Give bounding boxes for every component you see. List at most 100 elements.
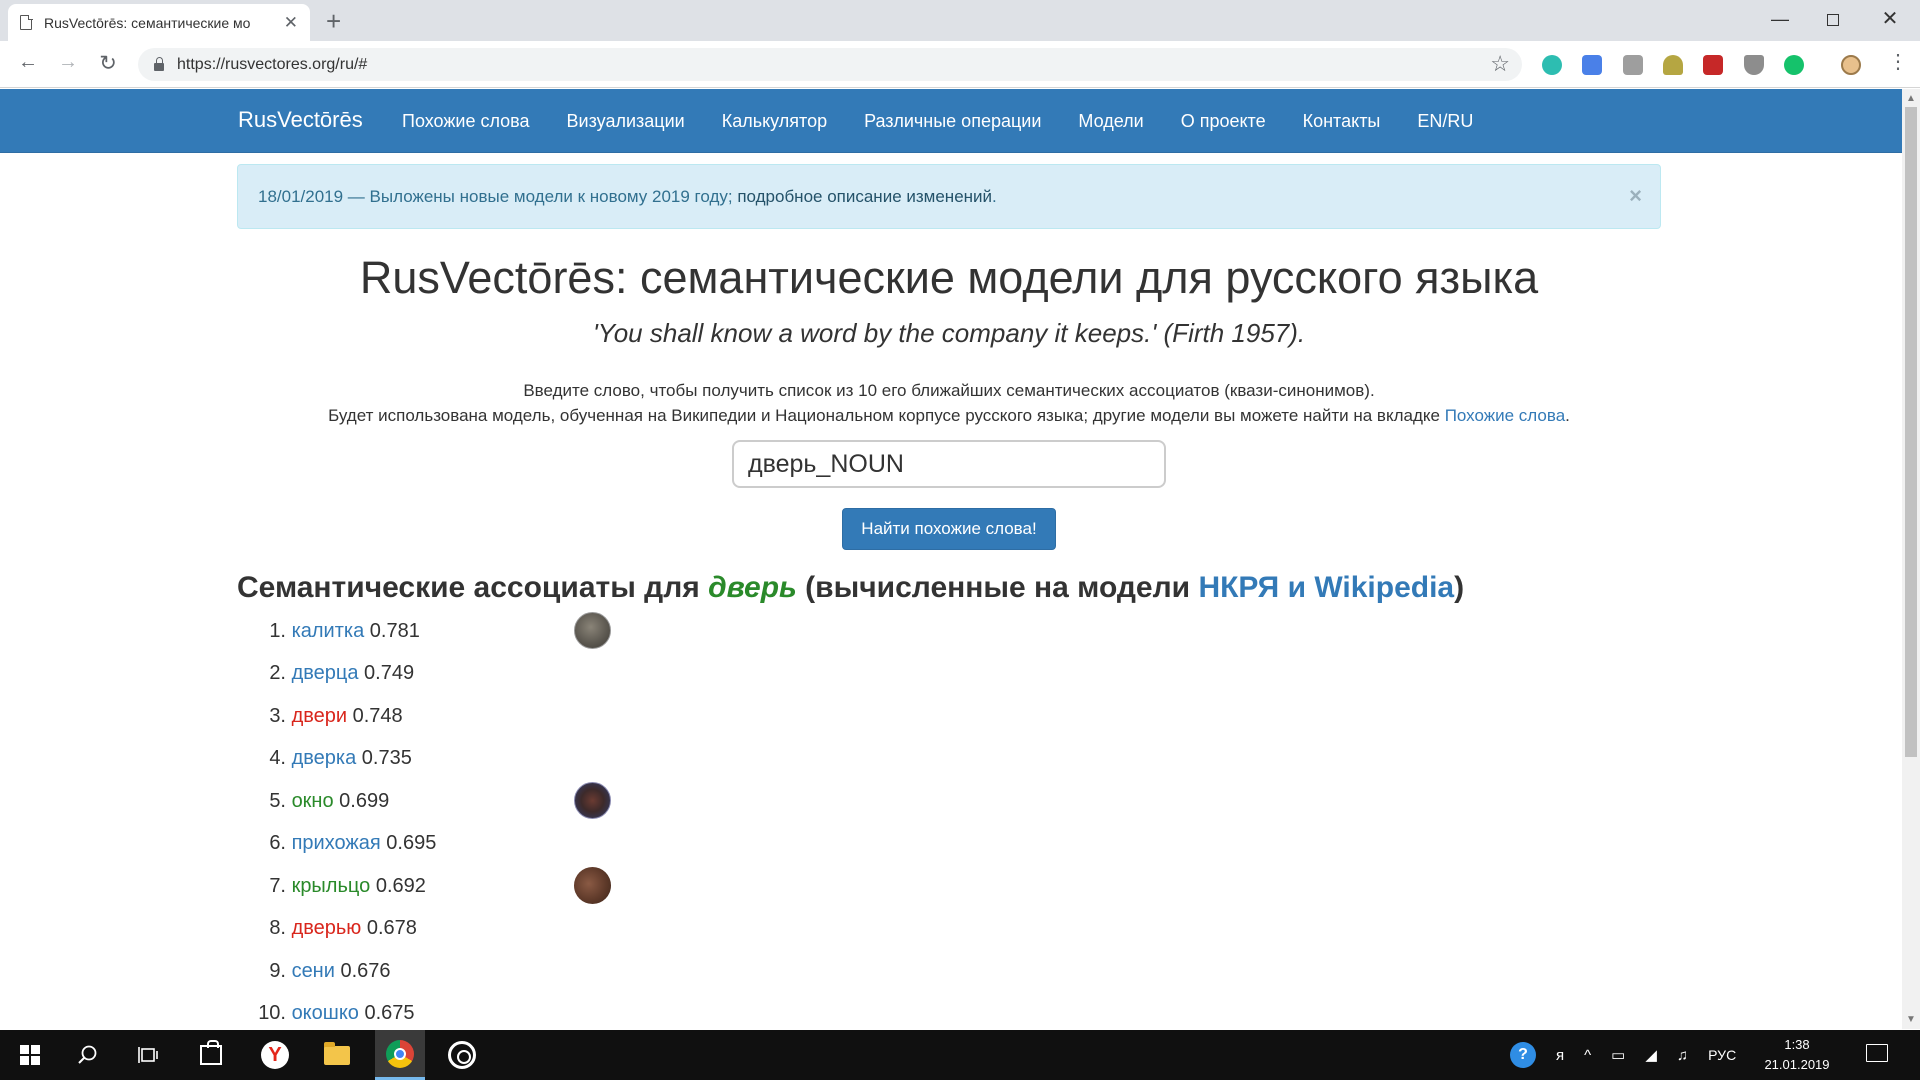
result-thumbnail-image[interactable] bbox=[574, 612, 611, 649]
nav-link-about[interactable]: О проекте bbox=[1181, 111, 1266, 132]
minimize-button[interactable]: — bbox=[1752, 4, 1808, 34]
result-word-link[interactable]: окошко bbox=[292, 1002, 359, 1024]
page-scrollbar[interactable]: ▲ ▼ bbox=[1902, 89, 1920, 1029]
volume-icon[interactable]: ♫ bbox=[1677, 1047, 1688, 1064]
firth-quote: 'You shall know a word by the company it… bbox=[592, 318, 1306, 348]
window-close-button[interactable]: ✕ bbox=[1862, 4, 1918, 34]
result-word-link[interactable]: калитка bbox=[292, 620, 365, 642]
results-heading: Семантические ассоциаты для дверь (вычис… bbox=[237, 571, 1464, 605]
yandex-browser-icon[interactable]: Y bbox=[250, 1030, 300, 1080]
result-score: 0.675 bbox=[364, 1002, 415, 1024]
result-number: 3. bbox=[269, 705, 286, 727]
extension-icon[interactable] bbox=[1663, 55, 1683, 75]
result-word-link[interactable]: дверью bbox=[292, 917, 362, 939]
file-explorer-icon[interactable] bbox=[312, 1030, 362, 1080]
result-word-link[interactable]: крыльцо bbox=[292, 875, 371, 897]
nav-link-similar-words[interactable]: Похожие слова bbox=[402, 111, 530, 132]
lock-icon[interactable] bbox=[154, 56, 164, 71]
wifi-icon[interactable]: ◢ bbox=[1645, 1046, 1657, 1064]
new-tab-button[interactable]: + bbox=[326, 6, 341, 37]
store-bag-icon bbox=[200, 1040, 222, 1065]
result-thumbnail-image[interactable] bbox=[574, 782, 611, 819]
address-bar[interactable]: https://rusvectores.org/ru/# ☆ bbox=[138, 48, 1522, 81]
result-word-link[interactable]: окно bbox=[292, 790, 334, 812]
chrome-logo-icon bbox=[386, 1039, 414, 1068]
ring-app-icon bbox=[448, 1041, 476, 1069]
battery-icon[interactable]: ▭ bbox=[1611, 1046, 1625, 1064]
result-item: 2. дверца 0.749 bbox=[237, 662, 414, 692]
reload-button[interactable]: ↻ bbox=[94, 51, 122, 76]
site-navbar: RusVectōrēs Похожие слова Визуализации К… bbox=[0, 89, 1902, 153]
nav-link-calculator[interactable]: Калькулятор bbox=[722, 111, 827, 132]
result-word-link[interactable]: дверка bbox=[292, 747, 357, 769]
shield-extension-icon[interactable] bbox=[1744, 55, 1764, 75]
word-search-input[interactable] bbox=[732, 440, 1166, 488]
profile-avatar[interactable] bbox=[1841, 55, 1861, 75]
grammarly-extension-icon[interactable] bbox=[1784, 55, 1804, 75]
heading-middle: (вычисленные на модели bbox=[796, 571, 1199, 604]
back-button[interactable]: ← bbox=[14, 51, 42, 74]
result-score: 0.735 bbox=[361, 747, 412, 769]
alert-close-button[interactable]: × bbox=[1629, 183, 1642, 209]
extension-icon[interactable] bbox=[1703, 55, 1723, 75]
nav-links: Похожие слова Визуализации Калькулятор Р… bbox=[402, 89, 1510, 153]
yandex-logo: Y bbox=[261, 1041, 289, 1069]
result-number: 10. bbox=[258, 1002, 286, 1024]
result-thumbnail-image[interactable] bbox=[574, 867, 611, 904]
app-taskbar-icon[interactable] bbox=[437, 1030, 487, 1080]
alert-text: 18/01/2019 — Выложены новые модели к нов… bbox=[258, 187, 738, 206]
translate-extension-icon[interactable] bbox=[1582, 55, 1602, 75]
url-text[interactable]: https://rusvectores.org/ru/# bbox=[177, 56, 367, 74]
intro-text: Введите слово, чтобы получить список из … bbox=[237, 378, 1661, 428]
result-word-link[interactable]: прихожая bbox=[292, 832, 381, 854]
bookmark-star-icon[interactable]: ☆ bbox=[1490, 51, 1510, 77]
result-score: 0.781 bbox=[369, 620, 420, 642]
query-word: дверь bbox=[708, 571, 797, 604]
nav-link-contacts[interactable]: Контакты bbox=[1303, 111, 1381, 132]
store-icon[interactable] bbox=[186, 1030, 236, 1080]
result-word-link[interactable]: двери bbox=[292, 705, 348, 727]
result-number: 8. bbox=[269, 917, 286, 939]
people-icon[interactable]: ᴙ bbox=[1556, 1047, 1564, 1064]
result-word-link[interactable]: сени bbox=[292, 960, 335, 982]
alert-link[interactable]: подробное описание изменений bbox=[737, 187, 992, 206]
chrome-taskbar-icon[interactable] bbox=[375, 1030, 425, 1080]
intro-similar-words-link[interactable]: Похожие слова bbox=[1445, 406, 1565, 425]
clock-date: 21.01.2019 bbox=[1764, 1057, 1830, 1072]
notification-center-icon[interactable] bbox=[1866, 1044, 1888, 1062]
nav-link-language[interactable]: EN/RU bbox=[1417, 111, 1473, 132]
browser-toolbar: ← → ↻ https://rusvectores.org/ru/# ☆ ⋮ bbox=[0, 41, 1920, 88]
browser-tab[interactable]: RusVectōrēs: семантические мо ✕ bbox=[8, 4, 310, 41]
extension-icon[interactable] bbox=[1623, 55, 1643, 75]
scroll-thumb[interactable] bbox=[1905, 107, 1917, 757]
windows-logo-icon bbox=[20, 1045, 40, 1065]
scroll-down-arrow-icon[interactable]: ▼ bbox=[1906, 1014, 1916, 1025]
tab-close-icon[interactable]: ✕ bbox=[284, 13, 298, 33]
chevron-up-icon[interactable]: ^ bbox=[1584, 1047, 1591, 1064]
result-score: 0.676 bbox=[340, 960, 391, 982]
language-indicator[interactable]: РУС bbox=[1708, 1047, 1736, 1063]
browser-menu-icon[interactable]: ⋮ bbox=[1888, 52, 1908, 72]
page-title: RusVectōrēs: семантические модели для ру… bbox=[359, 252, 1539, 303]
extension-icon[interactable] bbox=[1542, 55, 1562, 75]
find-similar-words-button[interactable]: Найти похожие слова! bbox=[842, 508, 1056, 550]
result-item: 1. калитка 0.781 bbox=[237, 612, 611, 650]
forward-button[interactable]: → bbox=[54, 51, 82, 74]
nav-link-operations[interactable]: Различные операции bbox=[864, 111, 1041, 132]
result-score: 0.748 bbox=[352, 705, 403, 727]
help-icon[interactable]: ? bbox=[1510, 1042, 1536, 1068]
restore-button[interactable] bbox=[1805, 4, 1861, 34]
clock[interactable]: 1:38 21.01.2019 bbox=[1762, 1035, 1832, 1075]
scroll-up-arrow-icon[interactable]: ▲ bbox=[1906, 93, 1916, 104]
result-score: 0.695 bbox=[386, 832, 437, 854]
task-view-icon[interactable] bbox=[124, 1030, 174, 1080]
taskbar-search-icon[interactable] bbox=[63, 1030, 113, 1080]
nav-link-visualizations[interactable]: Визуализации bbox=[567, 111, 685, 132]
browser-tab-strip: RusVectōrēs: семантические мо ✕ + — ✕ bbox=[0, 0, 1920, 41]
model-link[interactable]: НКРЯ и Wikipedia bbox=[1198, 571, 1454, 604]
nav-link-models[interactable]: Модели bbox=[1078, 111, 1143, 132]
site-brand[interactable]: RusVectōrēs bbox=[238, 107, 363, 133]
result-word-link[interactable]: дверца bbox=[292, 662, 359, 684]
start-button[interactable] bbox=[5, 1030, 55, 1080]
system-tray: ? ᴙ ^ ▭ ◢ ♫ РУС bbox=[1496, 1030, 1736, 1080]
